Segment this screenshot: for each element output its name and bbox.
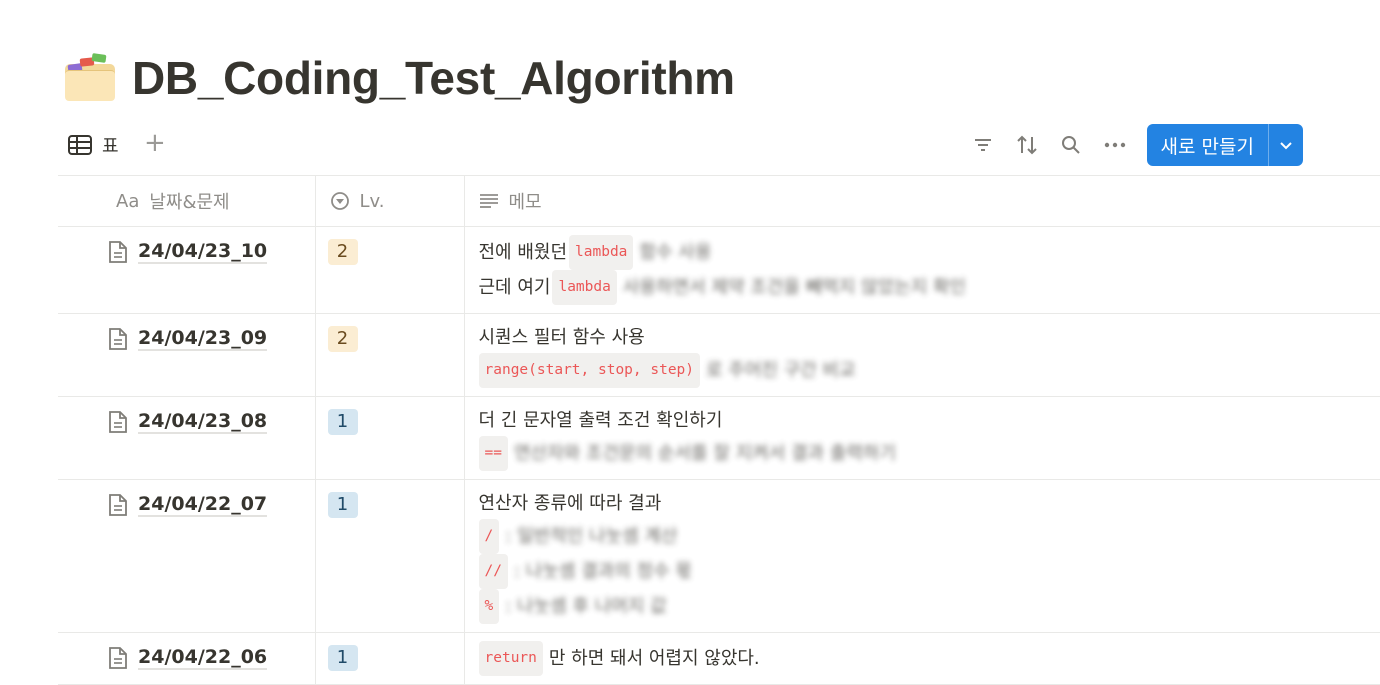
level-badge: 1 xyxy=(328,492,358,518)
table-row[interactable]: 24/04/23_08 1 더 긴 문자열 출력 조건 확인하기==연산자와 조건문… xyxy=(58,397,1380,480)
cell-name[interactable]: 24/04/23_08 xyxy=(58,397,315,480)
table-header-row: Aa 날짜&문제 Lv. xyxy=(58,176,1380,227)
inline-code: range(start, stop, step) xyxy=(479,353,701,388)
page-title[interactable]: DB_Coding_Test_Algorithm xyxy=(132,51,735,105)
memo-line: return만 하면 돼서 어렵지 않았다. xyxy=(479,641,1380,676)
cell-memo[interactable]: 전에 배웠던lambda함수 사용근데 여기lambda사용하면서 제약 조건을… xyxy=(464,227,1380,314)
page-icon xyxy=(108,327,128,351)
more-icon xyxy=(1104,142,1126,148)
column-label: 날짜&문제 xyxy=(149,188,229,214)
select-type-icon xyxy=(330,191,350,211)
row-title[interactable]: 24/04/23_09 xyxy=(138,327,267,351)
cell-level[interactable]: 1 xyxy=(315,480,464,633)
memo-text: : 일반적인 나눗셈 계산 xyxy=(505,521,677,552)
chevron-down-icon xyxy=(1279,140,1293,150)
level-badge: 2 xyxy=(328,239,358,265)
inline-code: / xyxy=(479,519,500,554)
tab-label: 표 xyxy=(102,132,119,158)
column-label: Lv. xyxy=(360,191,385,212)
cell-name[interactable]: 24/04/23_10 xyxy=(58,227,315,314)
column-header-name[interactable]: Aa 날짜&문제 xyxy=(58,176,315,227)
memo-line: ==연산자와 조건문의 순서를 잘 지켜서 결과 출력하기 xyxy=(479,436,1380,471)
new-page-button[interactable]: 새로 만들기 xyxy=(1147,124,1268,166)
level-badge: 2 xyxy=(328,326,358,352)
inline-code: % xyxy=(479,589,500,624)
table-icon xyxy=(68,135,92,155)
memo-line: 근데 여기lambda사용하면서 제약 조건을 빼먹지 않았는지 확인 xyxy=(479,270,1380,305)
row-title[interactable]: 24/04/22_07 xyxy=(138,493,267,517)
page-icon xyxy=(108,493,128,517)
memo-text: 함수 사용 xyxy=(639,237,711,268)
page-icon xyxy=(108,646,128,670)
sort-icon xyxy=(1016,135,1038,155)
page-header: DB_Coding_Test_Algorithm xyxy=(62,48,735,108)
cell-name[interactable]: 24/04/22_06 xyxy=(58,633,315,685)
row-title[interactable]: 24/04/22_06 xyxy=(138,646,267,670)
folder-icon xyxy=(62,50,118,106)
memo-text: 전에 배웠던 xyxy=(479,237,568,268)
memo-text: 연산자와 조건문의 순서를 잘 지켜서 결과 출력하기 xyxy=(514,438,896,469)
row-title[interactable]: 24/04/23_08 xyxy=(138,410,267,434)
cell-memo[interactable]: 연산자 종류에 따라 결과/: 일반적인 나눗셈 계산//: 나눗셈 결과의 정… xyxy=(464,480,1380,633)
memo-text: 시퀀스 필터 함수 사용 xyxy=(479,322,645,353)
memo-line: //: 나눗셈 결과의 정수 몫 xyxy=(479,554,1380,589)
search-button[interactable] xyxy=(1049,124,1093,166)
memo-text: : 나눗셈 후 나머지 값 xyxy=(505,591,666,622)
memo-text: 더 긴 문자열 출력 조건 확인하기 xyxy=(479,405,723,436)
tab-table-view[interactable]: 표 xyxy=(68,132,119,158)
memo-line: /: 일반적인 나눗셈 계산 xyxy=(479,519,1380,554)
cell-level[interactable]: 2 xyxy=(315,227,464,314)
level-badge: 1 xyxy=(328,645,358,671)
cell-name[interactable]: 24/04/22_07 xyxy=(58,480,315,633)
row-title[interactable]: 24/04/23_10 xyxy=(138,240,267,264)
page-icon xyxy=(108,240,128,264)
new-button-group: 새로 만들기 xyxy=(1147,124,1303,166)
table-row[interactable]: 24/04/22_07 1 연산자 종류에 따라 결과/: 일반적인 나눗셈 계산/… xyxy=(58,480,1380,633)
column-label: 메모 xyxy=(509,188,542,214)
database-table: Aa 날짜&문제 Lv. xyxy=(58,175,1380,685)
database-toolbar: 표 + 새로 만들기 xyxy=(58,124,1303,166)
inline-code: // xyxy=(479,554,508,589)
new-button-dropdown[interactable] xyxy=(1268,124,1303,166)
cell-name[interactable]: 24/04/23_09 xyxy=(58,314,315,397)
sort-button[interactable] xyxy=(1005,124,1049,166)
cell-level[interactable]: 1 xyxy=(315,397,464,480)
inline-code: return xyxy=(479,641,543,676)
memo-line: 더 긴 문자열 출력 조건 확인하기 xyxy=(479,405,1380,436)
text-type-icon: Aa xyxy=(116,191,139,212)
table-row[interactable]: 24/04/22_06 1 return만 하면 돼서 어렵지 않았다. xyxy=(58,633,1380,685)
cell-level[interactable]: 2 xyxy=(315,314,464,397)
memo-line: %: 나눗셈 후 나머지 값 xyxy=(479,589,1380,624)
memo-text: 사용하면서 제약 조건을 빼먹지 않았는지 확인 xyxy=(623,272,966,303)
search-icon xyxy=(1061,135,1081,155)
page-icon xyxy=(108,410,128,434)
add-view-button[interactable]: + xyxy=(144,128,166,158)
cell-memo[interactable]: return만 하면 돼서 어렵지 않았다. xyxy=(464,633,1380,685)
memo-text: 만 하면 돼서 어렵지 않았다. xyxy=(549,643,760,674)
column-header-level[interactable]: Lv. xyxy=(315,176,464,227)
inline-code: == xyxy=(479,436,508,471)
filter-button[interactable] xyxy=(961,124,1005,166)
cell-level[interactable]: 1 xyxy=(315,633,464,685)
table-row[interactable]: 24/04/23_09 2 시퀀스 필터 함수 사용range(start, sto… xyxy=(58,314,1380,397)
memo-line: 시퀀스 필터 함수 사용 xyxy=(479,322,1380,353)
table-row[interactable]: 24/04/23_102전에 배웠던lambda함수 사용근데 여기lambda… xyxy=(58,227,1380,314)
inline-code: lambda xyxy=(569,235,633,270)
memo-text: 로 주어진 구간 비교 xyxy=(706,355,856,386)
memo-text: : 나눗셈 결과의 정수 몫 xyxy=(514,556,692,587)
toolbar-actions: 새로 만들기 xyxy=(961,124,1303,166)
memo-line: 연산자 종류에 따라 결과 xyxy=(479,488,1380,519)
memo-line: range(start, stop, step)로 주어진 구간 비교 xyxy=(479,353,1380,388)
more-options-button[interactable] xyxy=(1093,124,1137,166)
memo-line: 전에 배웠던lambda함수 사용 xyxy=(479,235,1380,270)
level-badge: 1 xyxy=(328,409,358,435)
text-lines-icon xyxy=(479,193,499,209)
memo-text: 연산자 종류에 따라 결과 xyxy=(479,488,662,519)
memo-text: 근데 여기 xyxy=(479,272,551,303)
cell-memo[interactable]: 시퀀스 필터 함수 사용range(start, stop, step)로 주어… xyxy=(464,314,1380,397)
filter-icon xyxy=(973,137,993,153)
column-header-memo[interactable]: 메모 xyxy=(464,176,1380,227)
inline-code: lambda xyxy=(552,270,616,305)
cell-memo[interactable]: 더 긴 문자열 출력 조건 확인하기==연산자와 조건문의 순서를 잘 지켜서 … xyxy=(464,397,1380,480)
